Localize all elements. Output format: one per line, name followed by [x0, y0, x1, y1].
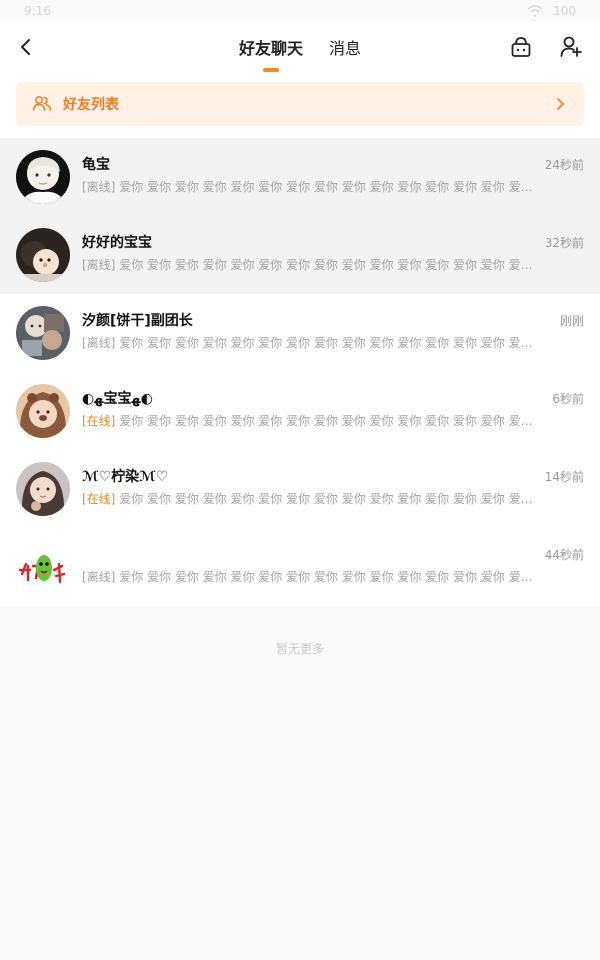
chat-list: 龟宝 24秒前 [离线] 爱你 爱你 爱你 爱你 爱你 爱你 爱你 爱你 爱你 …: [0, 138, 600, 606]
message-preview: [离线] 爱你 爱你 爱你 爱你 爱你 爱你 爱你 爱你 爱你 爱你 爱你 爱你…: [82, 178, 542, 195]
friend-list-banner[interactable]: 好友列表: [16, 82, 584, 126]
wifi-icon: [527, 5, 543, 17]
contact-name: 龟宝: [82, 157, 110, 173]
friend-list-label: 好友列表: [63, 97, 119, 113]
top-navigation: 好友聊天 消息: [0, 22, 600, 76]
chevron-right-icon: [557, 98, 564, 110]
back-icon: [21, 39, 30, 55]
online-status: [在线]: [82, 414, 116, 428]
message-time: 6秒前: [552, 391, 584, 406]
avatar-image: [16, 384, 70, 438]
back-button[interactable]: [12, 33, 40, 61]
friend-list-section: 好友列表: [0, 76, 600, 138]
status-time: 9:16: [24, 4, 51, 18]
avatar: [16, 462, 70, 516]
message-preview: [离线] 爱你 爱你 爱你 爱你 爱你 爱你 爱你 爱你 爱你 爱你 爱你 爱你…: [82, 334, 542, 351]
online-status: [离线]: [82, 180, 116, 194]
contact-name: 好好的宝宝: [82, 235, 152, 251]
chat-row[interactable]: 好好的宝宝 32秒前 [离线] 爱你 爱你 爱你 爱你 爱你 爱你 爱你 爱你 …: [0, 216, 600, 294]
message-time: 14秒前: [544, 469, 584, 484]
tab-messages[interactable]: 消息: [329, 38, 361, 60]
chat-row[interactable]: ◐ﻬ宝宝ﻬ◐ 6秒前 [在线] 爱你 爱你 爱你 爱你 爱你 爱你 爱你 爱你 …: [0, 372, 600, 450]
tab-friend-chat[interactable]: 好友聊天: [239, 38, 303, 60]
contact-name: 汐颜[饼干]副团长: [82, 313, 193, 329]
avatar-image: [16, 540, 70, 594]
friends-icon: [32, 96, 52, 111]
avatar: [16, 384, 70, 438]
avatar-image: [16, 462, 70, 516]
no-more-text: 暂无更多: [275, 642, 324, 656]
basket-icon: [511, 37, 531, 57]
contact-name: ◐ﻬ宝宝ﻬ◐: [82, 391, 153, 407]
chat-row[interactable]: 44秒前 [离线] 爱你 爱你 爱你 爱你 爱你 爱你 爱你 爱你 爱你 爱你 …: [0, 528, 600, 606]
avatar-image: [16, 306, 70, 360]
message-text: 爱你 爱你 爱你 爱你 爱你 爱你 爱你 爱你 爱你 爱你 爱你 爱你 爱你 爱…: [119, 336, 542, 350]
chat-row[interactable]: 汐颜[饼干]副团长 刚刚 [离线] 爱你 爱你 爱你 爱你 爱你 爱你 爱你 爱…: [0, 294, 600, 372]
contact-name: ℳ♡柠染ℳ♡: [82, 469, 169, 485]
status-bar: 9:16 100: [0, 0, 600, 22]
status-icons: 100: [527, 4, 576, 18]
message-time: 刚刚: [559, 313, 584, 328]
battery-percent: 100: [553, 4, 576, 18]
message-preview: [在线] 爱你 爱你 爱你 爱你 爱你 爱你 爱你 爱你 爱你 爱你 爱你 爱你…: [82, 490, 542, 507]
online-status: [离线]: [82, 336, 116, 350]
add-user-icon: [560, 36, 582, 57]
header-actions: [508, 34, 584, 60]
message-preview: [在线] 爱你 爱你 爱你 爱你 爱你 爱你 爱你 爱你 爱你 爱你 爱你 爱你…: [82, 412, 542, 429]
message-time: 32秒前: [544, 235, 584, 250]
message-preview: [离线] 爱你 爱你 爱你 爱你 爱你 爱你 爱你 爱你 爱你 爱你 爱你 爱你…: [82, 256, 542, 273]
avatar: [16, 306, 70, 360]
avatar-image: [16, 150, 70, 204]
chat-row[interactable]: 龟宝 24秒前 [离线] 爱你 爱你 爱你 爱你 爱你 爱你 爱你 爱你 爱你 …: [0, 138, 600, 216]
avatar-image: [16, 228, 70, 282]
message-text: 爱你 爱你 爱你 爱你 爱你 爱你 爱你 爱你 爱你 爱你 爱你 爱你 爱你 爱…: [119, 180, 542, 194]
message-time: 24秒前: [544, 157, 584, 172]
message-time: 44秒前: [544, 547, 584, 562]
message-text: 爱你 爱你 爱你 爱你 爱你 爱你 爱你 爱你 爱你 爱你 爱你 爱你 爱你 爱…: [119, 570, 542, 584]
screen: 9:16 100 好友聊天 消息 好友列表 龟宝 24秒前 [离线] 爱你 爱你…: [0, 0, 600, 960]
avatar: [16, 150, 70, 204]
message-text: 爱你 爱你 爱你 爱你 爱你 爱你 爱你 爱你 爱你 爱你 爱你 爱你 爱你 爱…: [119, 414, 542, 428]
online-status: [在线]: [82, 492, 116, 506]
message-preview: [离线] 爱你 爱你 爱你 爱你 爱你 爱你 爱你 爱你 爱你 爱你 爱你 爱你…: [82, 568, 542, 585]
avatar: [16, 228, 70, 282]
message-text: 爱你 爱你 爱你 爱你 爱你 爱你 爱你 爱你 爱你 爱你 爱你 爱你 爱你 爱…: [119, 258, 542, 272]
chat-tabs: 好友聊天 消息: [239, 38, 361, 60]
add-friend-button[interactable]: [558, 34, 584, 60]
shop-basket-button[interactable]: [508, 34, 534, 60]
chat-row[interactable]: ℳ♡柠染ℳ♡ 14秒前 [在线] 爱你 爱你 爱你 爱你 爱你 爱你 爱你 爱你…: [0, 450, 600, 528]
avatar: [16, 540, 70, 594]
online-status: [离线]: [82, 258, 116, 272]
online-status: [离线]: [82, 570, 116, 584]
message-text: 爱你 爱你 爱你 爱你 爱你 爱你 爱你 爱你 爱你 爱你 爱你 爱你 爱你 爱…: [119, 492, 542, 506]
